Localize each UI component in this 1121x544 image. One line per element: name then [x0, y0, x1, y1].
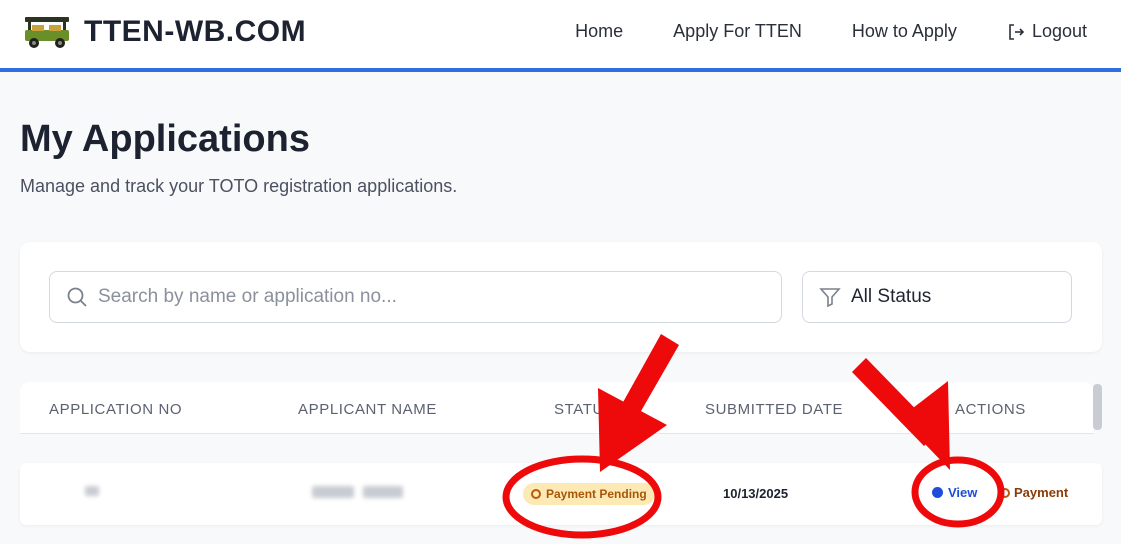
page-subtitle: Manage and track your TOTO registration … [20, 176, 458, 196]
application-no-cell [85, 486, 99, 496]
column-submitted-date: SUBMITTED DATE [705, 401, 844, 418]
logout-label: Logout [1031, 21, 1087, 41]
filter-card: All Status [20, 242, 1102, 352]
filter-icon [819, 288, 841, 308]
payment-button-label: Payment [1014, 485, 1069, 500]
status-badge-label: Payment Pending [546, 487, 647, 501]
applicant-last-name-cell [363, 486, 403, 498]
submitted-date-cell: 10/13/2025 [723, 486, 789, 501]
brand[interactable]: TTEN-WB.COM [22, 14, 306, 50]
status-filter-value: All Status [851, 286, 932, 307]
logout-button[interactable]: Logout [1007, 21, 1087, 42]
column-actions: ACTIONS [955, 401, 1026, 418]
nav-apply-for-tten[interactable]: Apply For TTEN [673, 21, 802, 42]
status-badge: Payment Pending [523, 483, 655, 505]
search-icon [67, 287, 87, 307]
eye-icon [932, 487, 943, 498]
search-input[interactable] [98, 286, 738, 308]
nav-menu: Home Apply For TTEN How to Apply Logout [525, 21, 1087, 42]
view-button[interactable]: View [932, 485, 977, 500]
table-header: APPLICATION NO APPLICANT NAME STATUS SUB… [20, 382, 1094, 434]
search-box[interactable] [49, 271, 782, 323]
view-button-label: View [948, 485, 978, 500]
table-scrollbar[interactable] [1093, 384, 1102, 430]
column-status: STATUS [554, 401, 615, 418]
column-application-no: APPLICATION NO [49, 401, 183, 418]
logout-icon [1009, 23, 1025, 40]
clock-icon [531, 489, 541, 499]
column-applicant-name: APPLICANT NAME [298, 401, 437, 418]
table-row: Payment Pending 10/13/2025 View Payment [20, 463, 1102, 525]
page-title: My Applications [20, 118, 310, 160]
payment-icon [1000, 487, 1010, 498]
nav-how-to-apply[interactable]: How to Apply [852, 21, 957, 42]
brand-name: TTEN-WB.COM [84, 15, 307, 48]
e-rickshaw-icon [25, 17, 69, 48]
nav-home[interactable]: Home [575, 21, 623, 42]
payment-button[interactable]: Payment [1000, 485, 1068, 500]
top-navbar: TTEN-WB.COM Home Apply For TTEN How to A… [0, 0, 1121, 72]
applicant-first-name-cell [312, 486, 354, 498]
status-filter-select[interactable]: All Status [802, 271, 1072, 323]
